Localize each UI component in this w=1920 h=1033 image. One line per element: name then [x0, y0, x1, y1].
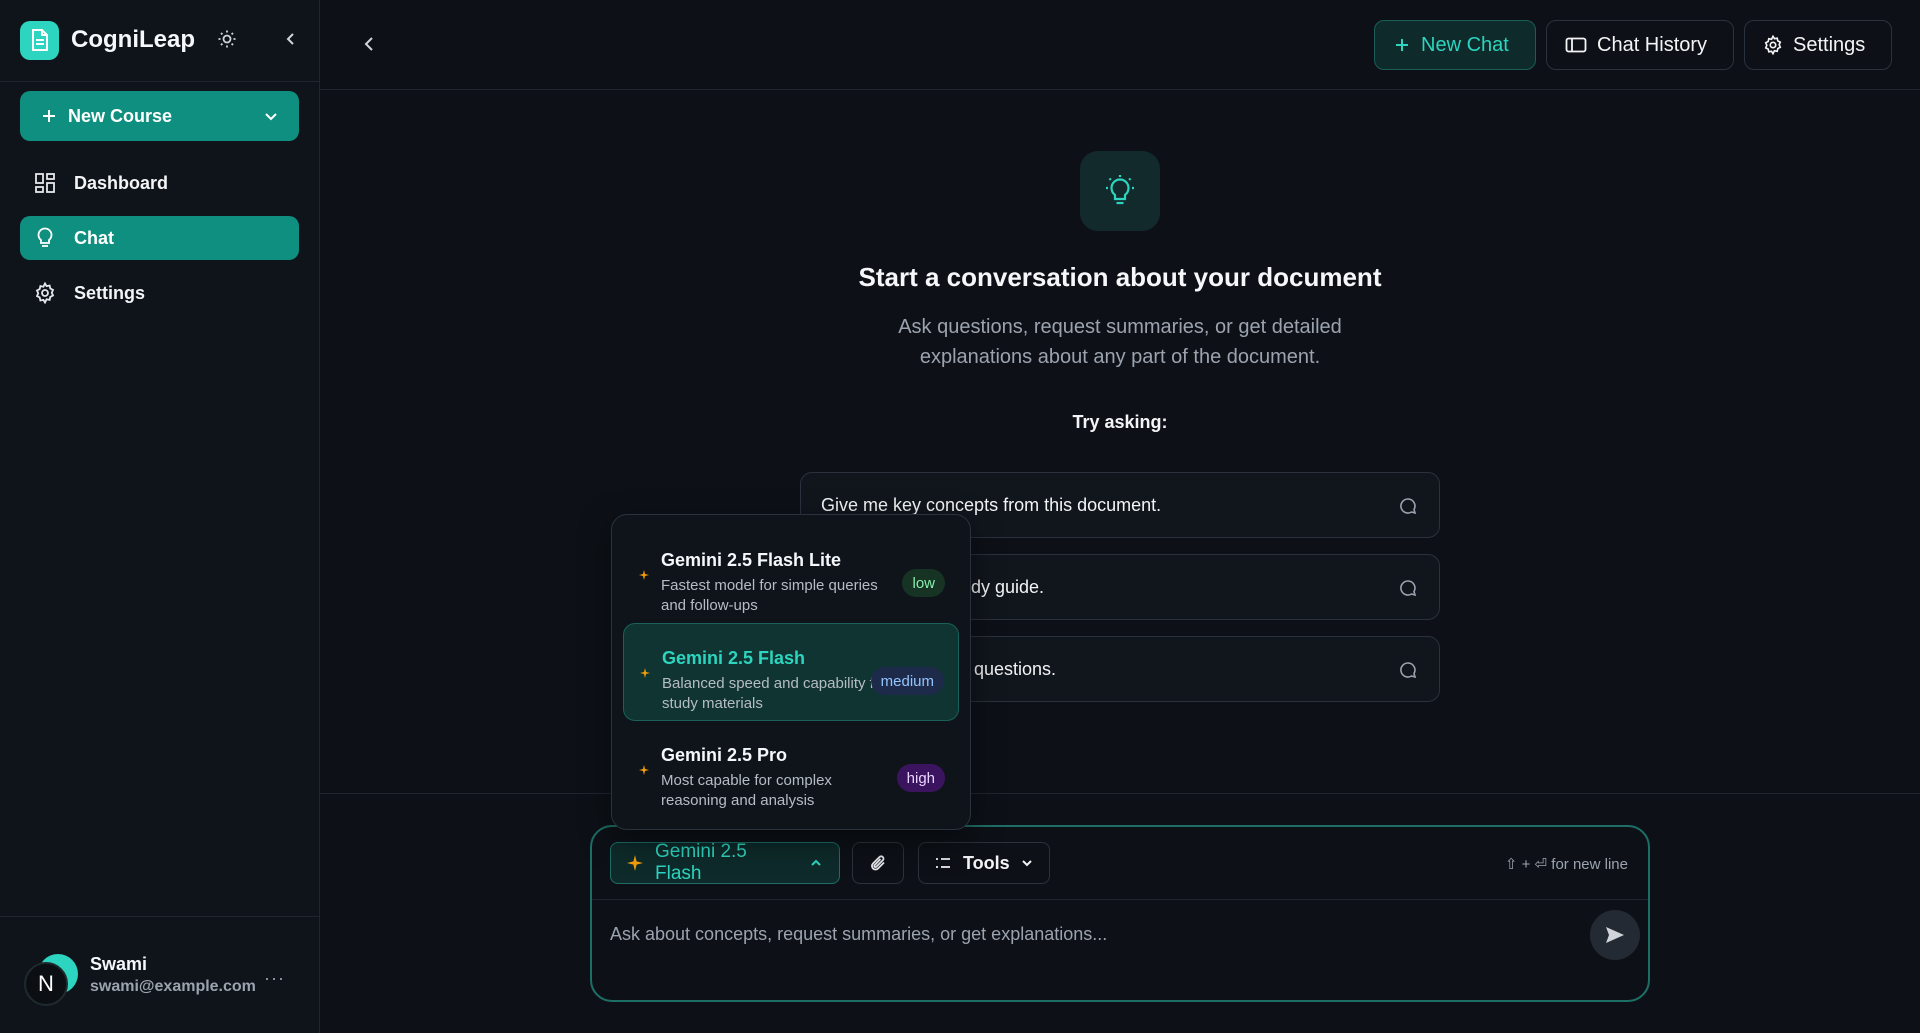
user-email: swami@example.com: [90, 978, 256, 995]
composer-divider: [320, 793, 1920, 794]
cost-badge: medium: [870, 667, 944, 695]
sidebar-item-settings[interactable]: Settings: [20, 271, 299, 315]
tools-list-icon: [935, 856, 951, 870]
sparkle-icon: [640, 668, 650, 678]
cost-badge: low: [902, 569, 945, 597]
new-course-button[interactable]: New Course: [20, 91, 299, 141]
model-description: Balanced speed and capability for study …: [662, 675, 888, 712]
model-option-flash-lite[interactable]: Gemini 2.5 Flash Lite Fastest model for …: [623, 526, 959, 624]
dashboard-icon: [34, 172, 56, 194]
sidebar-item-chat[interactable]: Chat: [20, 216, 299, 260]
message-icon: [1399, 497, 1417, 515]
chevron-up-icon: [809, 856, 823, 870]
sidebar-divider: [0, 916, 320, 917]
model-option-pro[interactable]: Gemini 2.5 Pro Most capable for complex …: [623, 721, 959, 819]
model-selector-label: Gemini 2.5 Flash: [655, 841, 747, 884]
panel-icon: [1565, 36, 1587, 54]
send-button[interactable]: [1590, 910, 1640, 960]
model-description: Fastest model for simple queries and fol…: [661, 577, 878, 614]
settings-button[interactable]: Settings: [1744, 20, 1892, 70]
plus-icon: [40, 107, 58, 125]
lightbulb-icon: [34, 227, 56, 249]
document-icon: [20, 20, 59, 60]
new-chat-label: New Chat: [1421, 33, 1509, 56]
model-selector-button[interactable]: Gemini 2.5 Flash: [610, 841, 840, 884]
sidebar-item-label: Chat: [74, 227, 114, 248]
model-name: Gemini 2.5 Pro: [661, 745, 788, 765]
model-description: Most capable for complex reasoning and a…: [661, 772, 832, 809]
gear-icon: [34, 282, 56, 304]
chat-history-label: Chat History: [1597, 33, 1708, 56]
empty-state-subtitle: Ask questions, request summaries, or get…: [898, 316, 1342, 368]
more-options-icon[interactable]: ···: [264, 968, 285, 989]
user-profile[interactable]: N Swami swami@example.com ···: [24, 948, 304, 1008]
gear-icon: [1763, 35, 1783, 55]
sidebar-item-label: Dashboard: [74, 172, 169, 193]
plus-icon: [1393, 36, 1411, 54]
collapse-sidebar-icon[interactable]: [282, 30, 300, 48]
message-icon: [1399, 661, 1417, 679]
app-name: CogniLeap: [71, 26, 195, 53]
model-name: Gemini 2.5 Flash: [662, 648, 806, 668]
sidebar-divider: [0, 81, 320, 82]
send-icon: [1604, 924, 1626, 946]
tools-label: Tools: [963, 852, 1010, 873]
new-chat-button[interactable]: New Chat: [1374, 20, 1536, 70]
model-option-flash[interactable]: Gemini 2.5 Flash Balanced speed and capa…: [623, 623, 959, 721]
empty-state-title: Start a conversation about your document: [858, 262, 1382, 292]
message-icon: [1399, 579, 1417, 597]
message-input[interactable]: [610, 919, 1570, 949]
model-dropdown-menu: Gemini 2.5 Flash Lite Fastest model for …: [611, 514, 971, 830]
tools-button[interactable]: Tools: [918, 842, 1050, 884]
chevron-down-icon: [263, 108, 279, 124]
avatar: N: [24, 962, 68, 1006]
chevron-down-icon: [1020, 856, 1034, 870]
try-asking-label: Try asking:: [1072, 412, 1168, 432]
user-name: Swami: [90, 954, 148, 974]
settings-label: Settings: [1793, 33, 1866, 56]
suggestion-text: dy guide.: [971, 576, 1045, 597]
newline-hint: ⇧ + ⏎ for new line: [1504, 856, 1628, 873]
new-course-label: New Course: [68, 105, 173, 126]
lightbulb-icon: [1080, 151, 1160, 231]
suggestion-text: Give me key concepts from this document.: [821, 494, 1162, 515]
cost-badge: high: [896, 764, 945, 792]
back-icon[interactable]: [360, 34, 380, 54]
composer-row-divider: [592, 899, 1648, 900]
brand: CogniLeap: [20, 20, 300, 60]
sparkle-icon: [639, 570, 649, 580]
sun-icon[interactable]: [217, 29, 237, 49]
chat-history-button[interactable]: Chat History: [1546, 20, 1734, 70]
sidebar-item-dashboard[interactable]: Dashboard: [20, 161, 299, 205]
sparkle-icon: [639, 765, 649, 775]
sparkle-icon: [627, 855, 643, 871]
attach-button[interactable]: [852, 842, 904, 884]
sidebar: CogniLeap New Course Dashboard Chat Sett…: [0, 0, 320, 1033]
chat-composer: Gemini 2.5 Flash Tools ⇧ + ⏎ for new lin…: [590, 825, 1650, 1002]
sidebar-item-label: Settings: [74, 282, 146, 303]
paperclip-icon: [869, 854, 887, 872]
top-bar: New Chat Chat History Settings: [320, 0, 1920, 90]
model-name: Gemini 2.5 Flash Lite: [661, 550, 842, 570]
suggestion-text: questions.: [974, 658, 1057, 679]
